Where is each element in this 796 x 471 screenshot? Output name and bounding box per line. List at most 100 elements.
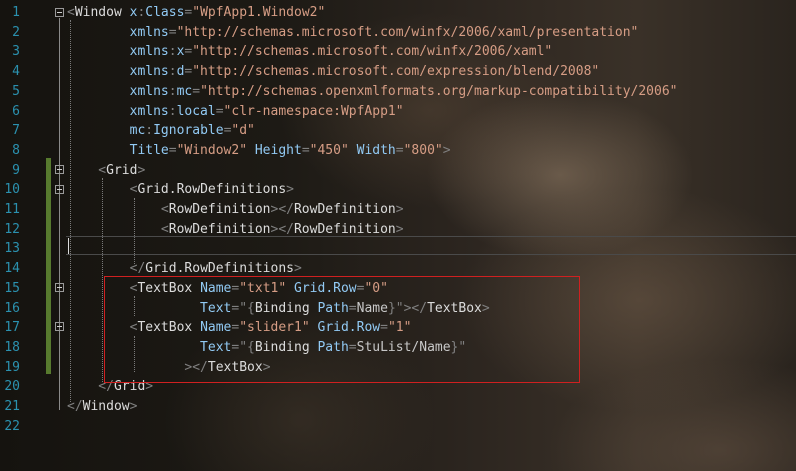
- code-line[interactable]: xmlns:mc="http://schemas.openxmlformats.…: [67, 82, 678, 102]
- code-token: RowDefinition: [168, 202, 271, 217]
- line-number: 2: [12, 24, 20, 40]
- line-number: 16: [4, 300, 20, 316]
- code-token: Grid.RowDefinitions: [137, 182, 287, 198]
- code-token: =: [192, 83, 201, 99]
- code-token: ></: [270, 202, 294, 217]
- code-line[interactable]: <Grid>: [67, 161, 145, 181]
- code-token: "http://schemas.openxmlformats.org/marku…: [200, 83, 678, 99]
- code-token: >: [129, 399, 138, 414]
- code-token: :: [168, 103, 177, 119]
- code-token: >: [395, 202, 404, 217]
- code-token: Window: [74, 5, 122, 20]
- line-number: 10: [4, 182, 20, 198]
- code-token: Grid.RowDefinitions: [145, 261, 294, 277]
- code-line[interactable]: xmlns:x="http://schemas.microsoft.com/wi…: [67, 42, 553, 62]
- line-number: 19: [4, 359, 20, 375]
- code-token: RowDefinition: [293, 202, 396, 217]
- line-number: 17: [4, 320, 20, 336]
- code-token: :: [145, 123, 154, 139]
- code-token: "800": [403, 142, 443, 158]
- fold-toggle-rowdefinitions[interactable]: [55, 185, 64, 194]
- code-token: :: [168, 64, 177, 80]
- code-token: <: [67, 182, 138, 198]
- line-number: 9: [12, 162, 20, 178]
- code-line[interactable]: xmlns:local="clr-namespace:WpfApp1": [67, 102, 404, 122]
- code-token: >: [395, 221, 404, 237]
- change-marker: [46, 158, 51, 374]
- line-number: 7: [12, 123, 20, 139]
- code-token: =: [168, 24, 177, 40]
- code-line[interactable]: xmlns="http://schemas.microsoft.com/winf…: [67, 23, 639, 43]
- fold-guide-line: [59, 18, 60, 410]
- line-number: 5: [12, 83, 20, 99]
- code-token: >: [442, 142, 451, 158]
- fold-toggle-grid[interactable]: [55, 165, 64, 174]
- code-token: <: [67, 5, 75, 20]
- code-token: <: [67, 162, 107, 178]
- code-token: Grid: [106, 162, 138, 178]
- code-token: =: [301, 142, 310, 158]
- code-token: "http://schemas.microsoft.com/expression…: [192, 64, 600, 80]
- code-line[interactable]: Title="Window2" Height="450" Width="800"…: [67, 141, 451, 161]
- code-line[interactable]: <RowDefinition></RowDefinition>: [67, 200, 404, 220]
- line-number: 4: [12, 64, 20, 80]
- code-token: >: [137, 162, 146, 178]
- fold-toggle-textbox-txt1[interactable]: [55, 283, 64, 292]
- code-token: =: [168, 142, 177, 158]
- code-token: "d": [231, 123, 255, 139]
- code-token: xmlns: [67, 83, 169, 99]
- line-number: 8: [12, 142, 20, 158]
- code-line[interactable]: <Window x:Class="WpfApp1.Window2": [67, 3, 325, 23]
- code-token: </: [67, 261, 146, 277]
- code-token: <: [67, 202, 169, 217]
- code-token: Width: [348, 142, 396, 158]
- line-number: 1: [12, 5, 20, 20]
- line-number: 15: [4, 280, 20, 296]
- code-token: "http://schemas.microsoft.com/winfx/2006…: [176, 24, 639, 40]
- code-token: Height: [247, 142, 302, 158]
- code-token: <: [67, 221, 169, 237]
- code-token: xmlns: [67, 44, 169, 60]
- code-token: Title: [67, 142, 169, 158]
- fold-toggle-window[interactable]: [55, 8, 64, 17]
- code-token: "clr-namespace:WpfApp1": [223, 103, 404, 119]
- line-number: 6: [12, 103, 20, 119]
- code-line[interactable]: <Grid.RowDefinitions>: [67, 180, 294, 200]
- code-token: Window: [82, 399, 130, 414]
- code-line[interactable]: mc:Ignorable="d": [67, 121, 255, 141]
- code-token: xmlns: [67, 24, 169, 40]
- code-token: x: [121, 5, 138, 20]
- line-number: 22: [4, 418, 20, 434]
- code-line[interactable]: xmlns:d="http://schemas.microsoft.com/ex…: [67, 62, 600, 82]
- code-token: xmlns: [67, 64, 169, 80]
- code-token: mc: [67, 123, 146, 139]
- code-token: >: [294, 261, 302, 277]
- code-token: RowDefinition: [168, 221, 271, 237]
- code-token: :: [168, 44, 177, 60]
- code-token: xmlns: [67, 103, 169, 119]
- code-token: Ignorable: [153, 123, 224, 139]
- line-number: 18: [4, 339, 20, 355]
- code-line[interactable]: </Window>: [67, 397, 137, 417]
- code-token: "WpfApp1.Window2": [192, 5, 326, 20]
- line-number: 14: [4, 261, 20, 277]
- code-token: =: [395, 142, 404, 158]
- code-token: :: [168, 83, 177, 99]
- code-token: RowDefinition: [293, 221, 396, 237]
- code-token: "http://schemas.microsoft.com/winfx/2006…: [192, 44, 553, 60]
- code-token: ></: [270, 221, 294, 237]
- text-caret: [68, 238, 69, 254]
- line-number: 3: [12, 44, 20, 60]
- line-number: 11: [4, 202, 20, 217]
- xaml-code-editor[interactable]: 1 2 3 4 5 6 7 8 9 10 11 12 13 14 15 16 17 18 19 20 21 22 <Win…: [0, 0, 796, 471]
- code-token: local: [176, 103, 216, 119]
- annotation-highlight-box: [104, 276, 580, 383]
- code-token: Class: [145, 5, 185, 20]
- code-token: =: [215, 103, 224, 119]
- line-number: 20: [4, 379, 20, 395]
- code-line[interactable]: <RowDefinition></RowDefinition>: [67, 220, 404, 240]
- line-number: 21: [4, 399, 20, 414]
- fold-toggle-textbox-slider1[interactable]: [55, 322, 64, 331]
- code-token: "Window2": [176, 142, 248, 158]
- code-token: >: [286, 182, 294, 198]
